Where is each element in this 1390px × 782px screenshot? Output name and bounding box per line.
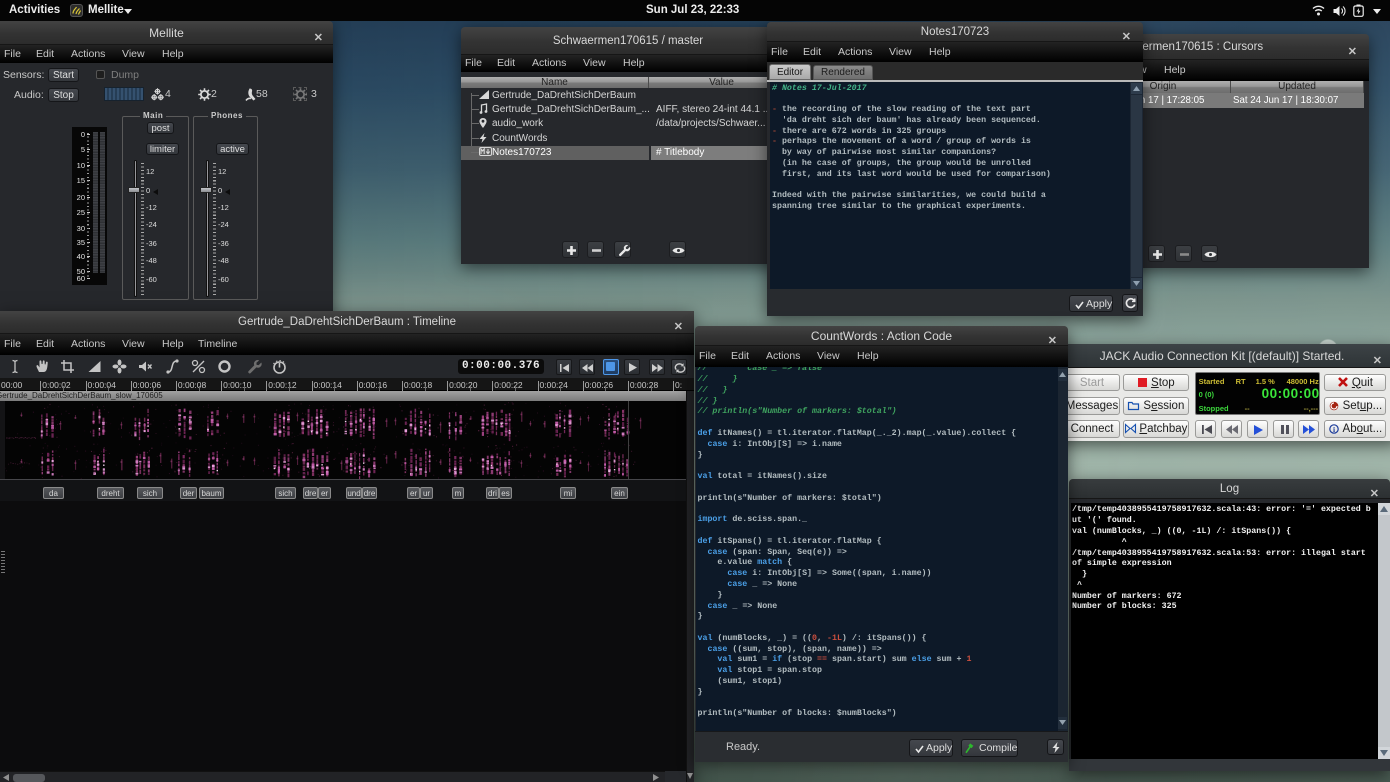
svg-text:i: i xyxy=(1333,424,1335,433)
